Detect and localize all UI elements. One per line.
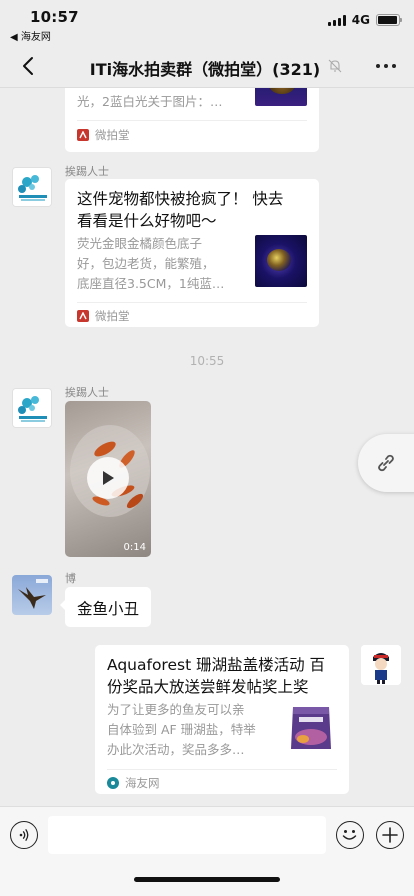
card-source-name: 海友网 bbox=[125, 776, 160, 790]
card-source: 微拍堂 bbox=[77, 127, 130, 143]
more-dot-icon bbox=[392, 64, 396, 68]
sender-name: 挨踢人士 bbox=[65, 165, 109, 178]
weipaitang-logo-icon bbox=[77, 310, 89, 322]
mute-icon bbox=[328, 59, 342, 73]
card-divider bbox=[77, 120, 307, 121]
card-title-line-1: Aquaforest 珊湖盐盖楼活动 百 bbox=[107, 656, 326, 674]
more-options-button[interactable] bbox=[372, 56, 400, 76]
card-description-line-3: 办此次活动，奖品多多… bbox=[107, 742, 245, 757]
card-description-line-1: 为了让更多的鱼友可以亲 bbox=[107, 702, 245, 717]
more-functions-button[interactable] bbox=[376, 821, 404, 849]
floating-link-button[interactable] bbox=[358, 434, 414, 492]
card-thumbnail bbox=[255, 235, 307, 287]
card-description-line-2: 自体验到 AF 珊湖盐，特举 bbox=[107, 722, 256, 737]
weipaitang-logo-icon bbox=[77, 129, 89, 141]
salt-bag-image bbox=[291, 707, 331, 749]
message-text: 金鱼小丑 bbox=[77, 600, 140, 618]
video-message[interactable]: 0:14 bbox=[65, 401, 151, 557]
link-card-weipaitang-1[interactable]: 光，2蓝白光关于图片：… 微拍堂 bbox=[65, 88, 319, 152]
chat-area[interactable]: 光，2蓝白光关于图片：… 微拍堂 挨踢人士 这件宠物都快被抢疯了！ 快去 看看是… bbox=[0, 88, 414, 806]
plus-icon bbox=[382, 827, 398, 843]
link-icon bbox=[378, 454, 394, 472]
network-type: 4G bbox=[351, 13, 370, 27]
nav-bar: ITi海水拍卖群（微拍堂）(321) bbox=[0, 44, 414, 88]
avatar-itiren[interactable] bbox=[12, 167, 52, 207]
link-card-weipaitang-2[interactable]: 这件宠物都快被抢疯了！ 快去 看看是什么好物吧～ 荧光金眼金橘颜色底子 好，包边… bbox=[65, 179, 319, 327]
card-description-line-2: 好，包边老货，能繁殖， bbox=[77, 256, 215, 271]
card-title-line-2: 看看是什么好物吧～ bbox=[77, 212, 217, 230]
card-description-line-3: 底座直径3.5CM，1纯蓝… bbox=[77, 276, 225, 291]
card-source: 微拍堂 bbox=[77, 308, 130, 324]
card-source-name: 微拍堂 bbox=[95, 128, 130, 142]
card-divider bbox=[77, 302, 307, 303]
status-indicators: 4G bbox=[327, 13, 402, 27]
emoji-button[interactable] bbox=[336, 821, 364, 849]
eagle-avatar-icon bbox=[18, 579, 48, 609]
link-card-haiyouwang[interactable]: Aquaforest 珊湖盐盖楼活动 百 份奖品大放送尝鲜发帖奖上奖 为了让更多… bbox=[95, 645, 349, 794]
input-bar bbox=[0, 806, 414, 896]
peacock-logo-icon bbox=[13, 168, 51, 206]
card-source-name: 微拍堂 bbox=[95, 309, 130, 323]
card-thumbnail bbox=[285, 701, 337, 753]
home-indicator bbox=[134, 877, 280, 882]
card-title-line-1: 这件宠物都快被抢疯了！ 快去 bbox=[77, 190, 284, 208]
card-description-line-1: 荧光金眼金橘颜色底子 bbox=[77, 236, 203, 251]
sender-name: 挨踢人士 bbox=[65, 386, 109, 399]
more-dot-icon bbox=[376, 64, 380, 68]
chat-title: ITi海水拍卖群（微拍堂）(321) bbox=[89, 60, 321, 79]
avatar-self[interactable] bbox=[361, 645, 401, 685]
voice-input-button[interactable] bbox=[10, 821, 38, 849]
back-to-app-link[interactable]: ◀ 海友网 bbox=[10, 28, 51, 43]
emoji-icon bbox=[342, 830, 357, 840]
play-button[interactable] bbox=[87, 457, 129, 499]
card-description: 光，2蓝白光关于图片：… bbox=[77, 94, 223, 109]
avatar-itiren[interactable] bbox=[12, 388, 52, 428]
card-thumbnail bbox=[255, 88, 307, 106]
card-divider bbox=[107, 769, 337, 770]
message-timestamp: 10:55 bbox=[189, 354, 225, 368]
card-source: 海友网 bbox=[107, 775, 160, 791]
text-message-bubble[interactable]: 金鱼小丑 bbox=[59, 587, 152, 627]
message-input[interactable] bbox=[48, 816, 326, 854]
sender-name: 博 bbox=[65, 572, 76, 585]
more-dot-icon bbox=[384, 64, 388, 68]
haiyouwang-logo-icon bbox=[107, 777, 119, 789]
voice-icon bbox=[19, 829, 29, 841]
video-duration: 0:14 bbox=[123, 542, 146, 553]
signal-icon bbox=[327, 14, 346, 26]
cartoon-avatar-icon bbox=[361, 645, 401, 685]
back-button[interactable] bbox=[14, 52, 42, 80]
battery-icon bbox=[376, 14, 402, 26]
avatar-bo[interactable] bbox=[12, 575, 52, 615]
play-icon bbox=[103, 471, 114, 485]
peacock-logo-icon bbox=[13, 389, 51, 427]
card-title-line-2: 份奖品大放送尝鲜发帖奖上奖 bbox=[107, 678, 309, 696]
status-bar: 10:57 ◀ 海友网 4G bbox=[0, 0, 414, 44]
status-time: 10:57 bbox=[30, 8, 79, 26]
chevron-left-icon bbox=[23, 57, 33, 75]
